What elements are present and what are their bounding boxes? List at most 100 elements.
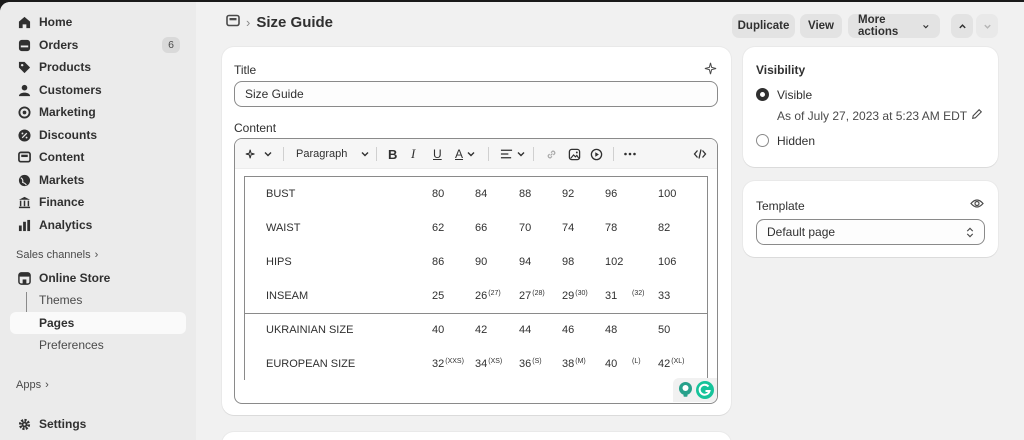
table-cell: 96	[605, 188, 618, 200]
insert-link-button[interactable]	[545, 145, 558, 163]
title-input[interactable]: Size Guide	[234, 81, 718, 107]
table-cell: 50	[658, 324, 671, 336]
sidebar-item-label: Home	[39, 15, 73, 29]
table-row: BUST 80 84 88 92 96 100	[245, 177, 707, 211]
chevron-up-icon	[958, 23, 966, 28]
visible-label: Visible	[777, 88, 813, 102]
content-label: Content	[234, 121, 277, 135]
sidebar-item-finance[interactable]: Finance	[10, 191, 186, 213]
table-cell: (L)	[632, 358, 641, 365]
table-row: UKRAINIAN SIZE 40 42 44 46 48 50	[245, 313, 707, 347]
globe-icon	[16, 172, 32, 188]
sidebar-item-label: Finance	[39, 195, 85, 209]
bold-icon: B	[388, 146, 398, 162]
sidebar-item-settings[interactable]: Settings	[10, 413, 186, 435]
bold-button[interactable]: B	[388, 145, 397, 163]
sidebar-item-content[interactable]: Content	[10, 146, 186, 168]
table-row: EUROPEAN SIZE 32(XXS) 34(XS) 36(S) 38(M) 40 (L…	[245, 347, 707, 381]
table-cell: 44	[519, 324, 532, 336]
italic-button[interactable]: I	[411, 145, 415, 163]
page-title: Size Guide	[256, 14, 334, 31]
insert-video-button[interactable]	[590, 145, 603, 163]
sidebar-item-label: Settings	[39, 417, 87, 431]
hidden-label: Hidden	[777, 134, 816, 148]
sales-channels-heading[interactable]: Sales channels ›	[16, 249, 98, 261]
chevron-right-icon: ›	[45, 379, 49, 391]
previous-page-button[interactable]	[951, 14, 973, 38]
chevron-down-icon	[923, 24, 929, 28]
toolbar-divider	[488, 147, 489, 161]
sidebar-item-discounts[interactable]: Discounts	[10, 124, 186, 146]
text-color-icon: A	[455, 147, 464, 161]
row-label: HIPS	[266, 256, 292, 268]
table-cell: 36(S)	[519, 358, 542, 370]
table-cell: 66	[475, 222, 488, 234]
sidebar-item-label: Marketing	[39, 105, 96, 119]
ai-assist-button[interactable]	[245, 145, 273, 163]
template-select[interactable]: Default page	[756, 219, 985, 245]
align-button[interactable]	[500, 145, 526, 163]
title-label: Title	[234, 63, 257, 77]
table-cell: 40	[432, 324, 445, 336]
sidebar-item-label: Online Store	[39, 271, 111, 285]
row-label: BUST	[266, 188, 296, 200]
show-html-button[interactable]	[693, 145, 707, 163]
next-page-button[interactable]	[976, 14, 998, 38]
hidden-radio[interactable]	[756, 134, 769, 147]
target-icon	[16, 104, 32, 120]
text-color-button[interactable]: A	[455, 145, 476, 163]
gear-icon	[16, 416, 32, 432]
grammarly-icon[interactable]	[696, 381, 714, 399]
more-formatting-button[interactable]	[623, 145, 637, 163]
pages-icon[interactable]	[226, 14, 240, 31]
align-left-icon	[500, 149, 513, 159]
sparkle-icon[interactable]	[704, 62, 717, 78]
table-cell: 31	[605, 290, 618, 302]
chevron-down-icon	[983, 24, 991, 29]
table-cell: 90	[475, 256, 488, 268]
table-cell: (32)	[632, 290, 645, 297]
sidebar-item-label: Markets	[39, 173, 85, 187]
duplicate-button[interactable]: Duplicate	[732, 14, 795, 38]
sidebar-item-products[interactable]: Products	[10, 56, 186, 78]
eye-icon	[970, 199, 984, 208]
table-cell: 48	[605, 324, 618, 336]
orders-count-badge: 6	[162, 37, 180, 53]
table-cell: 94	[519, 256, 532, 268]
sidebar-item-home[interactable]: Home	[10, 11, 186, 33]
sidebar-item-marketing[interactable]: Marketing	[10, 101, 186, 123]
sidebar-item-online-store[interactable]: Online Store	[10, 267, 186, 289]
apps-heading[interactable]: Apps ›	[16, 379, 49, 391]
sidebar-item-orders[interactable]: Orders 6	[10, 34, 186, 56]
view-button[interactable]: View	[800, 14, 842, 38]
table-cell: 102	[605, 256, 624, 268]
sidebar-item-analytics[interactable]: Analytics	[10, 214, 186, 236]
sidebar-item-customers[interactable]: Customers	[10, 79, 186, 101]
table-cell: 25	[432, 290, 445, 302]
paragraph-style-select[interactable]: Paragraph	[296, 145, 370, 163]
insert-image-button[interactable]	[568, 145, 581, 163]
pencil-icon	[972, 108, 983, 119]
sidebar-item-label: Products	[39, 60, 92, 74]
rich-text-editor[interactable]: Paragraph B I U A BUST 80 84 88 92 96 10…	[234, 138, 718, 404]
edit-date-button[interactable]	[971, 108, 983, 123]
row-label: WAIST	[266, 222, 301, 234]
sidebar-subitem-pages[interactable]: Pages	[10, 312, 186, 334]
underline-button[interactable]: U	[433, 145, 442, 163]
chevron-down-icon	[517, 152, 525, 157]
table-cell: 70	[519, 222, 532, 234]
sidebar-subitem-themes[interactable]: Themes	[10, 289, 186, 311]
visible-radio[interactable]	[756, 88, 769, 101]
sidebar-item-label: Content	[39, 150, 85, 164]
table-cell: 38(M)	[562, 358, 586, 370]
underline-icon: U	[433, 147, 442, 161]
more-actions-button[interactable]: More actions	[848, 14, 940, 38]
row-label: UKRAINIAN SIZE	[266, 324, 354, 336]
template-card: Template Default page	[743, 181, 998, 257]
sidebar-subitem-preferences[interactable]: Preferences	[10, 334, 186, 356]
sidebar-item-markets[interactable]: Markets	[10, 169, 186, 191]
table-cell: 26(27)	[475, 290, 501, 302]
lightbulb-icon[interactable]	[678, 382, 693, 398]
preview-template-button[interactable]	[970, 197, 984, 213]
table-cell: 86	[432, 256, 445, 268]
